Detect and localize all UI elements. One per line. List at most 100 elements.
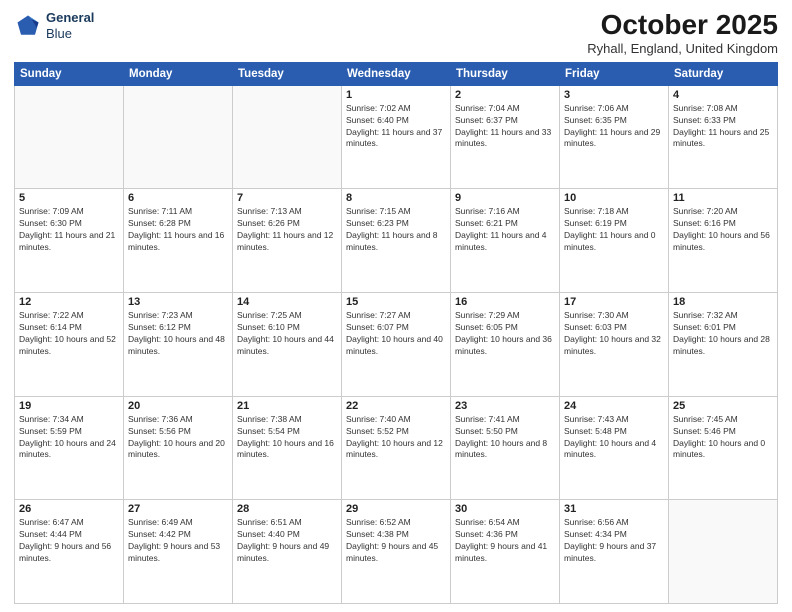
day-cell: 26Sunrise: 6:47 AMSunset: 4:44 PMDayligh…: [15, 500, 124, 604]
day-info: Sunrise: 6:54 AMSunset: 4:36 PMDaylight:…: [455, 517, 555, 565]
logo-icon: [14, 12, 42, 40]
day-number: 8: [346, 192, 446, 204]
day-cell: [233, 85, 342, 189]
day-header-friday: Friday: [560, 62, 669, 85]
day-info: Sunrise: 7:08 AMSunset: 6:33 PMDaylight:…: [673, 103, 773, 151]
logo: General Blue: [14, 10, 94, 41]
day-header-wednesday: Wednesday: [342, 62, 451, 85]
day-number: 2: [455, 89, 555, 101]
day-info: Sunrise: 6:52 AMSunset: 4:38 PMDaylight:…: [346, 517, 446, 565]
day-number: 14: [237, 296, 337, 308]
day-cell: 24 Sunrise: 7:43 AMSunset: 5:48 PMDayligh…: [560, 396, 669, 500]
day-header-saturday: Saturday: [669, 62, 778, 85]
day-cell: 2 Sunrise: 7:04 AMSunset: 6:37 PMDaylight…: [451, 85, 560, 189]
week-row-1: 1 Sunrise: 7:02 AMSunset: 6:40 PMDaylight…: [15, 85, 778, 189]
day-cell: 28 Sunrise: 6:51 AMSunset: 4:40 PMDayligh…: [233, 500, 342, 604]
day-cell: 29 Sunrise: 6:52 AMSunset: 4:38 PMDayligh…: [342, 500, 451, 604]
day-cell: 8 Sunrise: 7:15 AMSunset: 6:23 PMDaylight…: [342, 189, 451, 293]
day-cell: 22 Sunrise: 7:40 AMSunset: 5:52 PMDayligh…: [342, 396, 451, 500]
day-cell: 6 Sunrise: 7:11 AMSunset: 6:28 PMDaylight…: [124, 189, 233, 293]
day-info: Sunrise: 7:02 AMSunset: 6:40 PMDaylight:…: [346, 103, 446, 151]
day-cell: 18Sunrise: 7:32 AMSunset: 6:01 PMDayligh…: [669, 293, 778, 397]
logo-general: General: [46, 10, 94, 26]
day-info: Sunrise: 7:43 AMSunset: 5:48 PMDaylight:…: [564, 414, 664, 462]
day-number: 13: [128, 296, 228, 308]
day-cell: 5Sunrise: 7:09 AMSunset: 6:30 PMDaylight…: [15, 189, 124, 293]
location: Ryhall, England, United Kingdom: [587, 41, 778, 56]
day-cell: 31 Sunrise: 6:56 AMSunset: 4:34 PMDayligh…: [560, 500, 669, 604]
day-number: 7: [237, 192, 337, 204]
day-number: 25: [673, 400, 773, 412]
day-info: Sunrise: 7:29 AMSunset: 6:05 PMDaylight:…: [455, 310, 555, 358]
day-cell: [15, 85, 124, 189]
day-number: 30: [455, 503, 555, 515]
day-cell: 9Sunrise: 7:16 AMSunset: 6:21 PMDaylight…: [451, 189, 560, 293]
day-cell: 13Sunrise: 7:23 AMSunset: 6:12 PMDayligh…: [124, 293, 233, 397]
title-section: October 2025 Ryhall, England, United Kin…: [587, 10, 778, 56]
day-number: 12: [19, 296, 119, 308]
day-number: 22: [346, 400, 446, 412]
week-row-3: 12 Sunrise: 7:22 AMSunset: 6:14 PMDayligh…: [15, 293, 778, 397]
day-info: Sunrise: 6:47 AMSunset: 4:44 PMDaylight:…: [19, 517, 119, 565]
day-cell: 30 Sunrise: 6:54 AMSunset: 4:36 PMDayligh…: [451, 500, 560, 604]
day-number: 16: [455, 296, 555, 308]
week-row-5: 26Sunrise: 6:47 AMSunset: 4:44 PMDayligh…: [15, 500, 778, 604]
day-number: 4: [673, 89, 773, 101]
day-cell: 20Sunrise: 7:36 AMSunset: 5:56 PMDayligh…: [124, 396, 233, 500]
day-number: 21: [237, 400, 337, 412]
day-info: Sunrise: 7:25 AMSunset: 6:10 PMDaylight:…: [237, 310, 337, 358]
day-cell: 15 Sunrise: 7:27 AMSunset: 6:07 PMDayligh…: [342, 293, 451, 397]
day-number: 10: [564, 192, 664, 204]
day-info: Sunrise: 7:38 AMSunset: 5:54 PMDaylight:…: [237, 414, 337, 462]
week-row-4: 19Sunrise: 7:34 AMSunset: 5:59 PMDayligh…: [15, 396, 778, 500]
days-header-row: SundayMondayTuesdayWednesdayThursdayFrid…: [15, 62, 778, 85]
day-info: Sunrise: 7:45 AMSunset: 5:46 PMDaylight:…: [673, 414, 773, 462]
day-info: Sunrise: 7:27 AMSunset: 6:07 PMDaylight:…: [346, 310, 446, 358]
day-cell: 19Sunrise: 7:34 AMSunset: 5:59 PMDayligh…: [15, 396, 124, 500]
day-number: 28: [237, 503, 337, 515]
month-title: October 2025: [587, 10, 778, 41]
week-row-2: 5Sunrise: 7:09 AMSunset: 6:30 PMDaylight…: [15, 189, 778, 293]
day-header-thursday: Thursday: [451, 62, 560, 85]
day-info: Sunrise: 6:51 AMSunset: 4:40 PMDaylight:…: [237, 517, 337, 565]
day-number: 31: [564, 503, 664, 515]
day-cell: 21 Sunrise: 7:38 AMSunset: 5:54 PMDayligh…: [233, 396, 342, 500]
day-cell: [124, 85, 233, 189]
day-info: Sunrise: 7:40 AMSunset: 5:52 PMDaylight:…: [346, 414, 446, 462]
day-number: 3: [564, 89, 664, 101]
day-cell: 3Sunrise: 7:06 AMSunset: 6:35 PMDaylight…: [560, 85, 669, 189]
day-number: 24: [564, 400, 664, 412]
day-info: Sunrise: 7:11 AMSunset: 6:28 PMDaylight:…: [128, 206, 228, 254]
calendar-container: General Blue October 2025 Ryhall, Englan…: [0, 0, 792, 612]
day-cell: 23Sunrise: 7:41 AMSunset: 5:50 PMDayligh…: [451, 396, 560, 500]
day-header-tuesday: Tuesday: [233, 62, 342, 85]
day-cell: 11Sunrise: 7:20 AMSunset: 6:16 PMDayligh…: [669, 189, 778, 293]
day-info: Sunrise: 7:15 AMSunset: 6:23 PMDaylight:…: [346, 206, 446, 254]
logo-blue: Blue: [46, 26, 94, 42]
day-number: 17: [564, 296, 664, 308]
day-number: 1: [346, 89, 446, 101]
day-cell: 12 Sunrise: 7:22 AMSunset: 6:14 PMDayligh…: [15, 293, 124, 397]
day-cell: [669, 500, 778, 604]
day-info: Sunrise: 6:56 AMSunset: 4:34 PMDaylight:…: [564, 517, 664, 565]
day-number: 15: [346, 296, 446, 308]
day-cell: 27Sunrise: 6:49 AMSunset: 4:42 PMDayligh…: [124, 500, 233, 604]
day-cell: 10Sunrise: 7:18 AMSunset: 6:19 PMDayligh…: [560, 189, 669, 293]
day-info: Sunrise: 7:09 AMSunset: 6:30 PMDaylight:…: [19, 206, 119, 254]
day-cell: 25 Sunrise: 7:45 AMSunset: 5:46 PMDayligh…: [669, 396, 778, 500]
day-cell: 17 Sunrise: 7:30 AMSunset: 6:03 PMDayligh…: [560, 293, 669, 397]
day-cell: 7Sunrise: 7:13 AMSunset: 6:26 PMDaylight…: [233, 189, 342, 293]
day-cell: 1 Sunrise: 7:02 AMSunset: 6:40 PMDaylight…: [342, 85, 451, 189]
day-info: Sunrise: 7:22 AMSunset: 6:14 PMDaylight:…: [19, 310, 119, 358]
day-number: 23: [455, 400, 555, 412]
logo-text: General Blue: [46, 10, 94, 41]
day-number: 20: [128, 400, 228, 412]
day-cell: 16 Sunrise: 7:29 AMSunset: 6:05 PMDayligh…: [451, 293, 560, 397]
day-number: 6: [128, 192, 228, 204]
day-number: 27: [128, 503, 228, 515]
day-info: Sunrise: 7:04 AMSunset: 6:37 PMDaylight:…: [455, 103, 555, 151]
day-info: Sunrise: 7:30 AMSunset: 6:03 PMDaylight:…: [564, 310, 664, 358]
day-number: 29: [346, 503, 446, 515]
day-number: 18: [673, 296, 773, 308]
day-info: Sunrise: 7:20 AMSunset: 6:16 PMDaylight:…: [673, 206, 773, 254]
